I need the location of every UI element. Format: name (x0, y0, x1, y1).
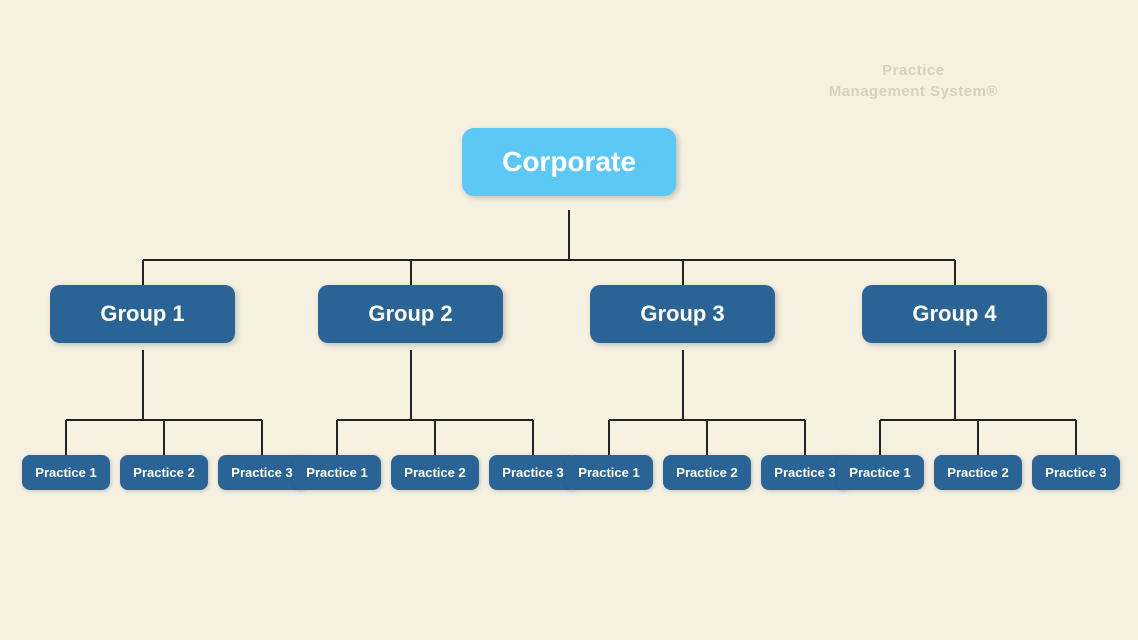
corporate-node[interactable]: Corporate (462, 128, 676, 196)
group4-label: Group 4 (912, 301, 996, 326)
group1-label: Group 1 (100, 301, 184, 326)
g3-practice2-label: Practice 2 (676, 465, 737, 480)
g4-practice1-node[interactable]: Practice 1 (836, 455, 924, 490)
g1-practice1-node[interactable]: Practice 1 (22, 455, 110, 490)
g4-practice2-label: Practice 2 (947, 465, 1008, 480)
g2-practice2-node[interactable]: Practice 2 (391, 455, 479, 490)
g1-practice3-label: Practice 3 (231, 465, 292, 480)
group3-label: Group 3 (640, 301, 724, 326)
g3-practice1-label: Practice 1 (578, 465, 639, 480)
g1-practice2-node[interactable]: Practice 2 (120, 455, 208, 490)
watermark: Practice Management System® (829, 60, 998, 102)
g3-practice2-node[interactable]: Practice 2 (663, 455, 751, 490)
group3-node[interactable]: Group 3 (590, 285, 775, 343)
g4-practice3-label: Practice 3 (1045, 465, 1106, 480)
g3-practice1-node[interactable]: Practice 1 (565, 455, 653, 490)
g2-practice2-label: Practice 2 (404, 465, 465, 480)
g1-practice1-label: Practice 1 (35, 465, 96, 480)
g2-practice1-label: Practice 1 (306, 465, 367, 480)
group1-node[interactable]: Group 1 (50, 285, 235, 343)
watermark-line2: Management System® (829, 81, 998, 102)
g2-practice3-label: Practice 3 (502, 465, 563, 480)
group2-label: Group 2 (368, 301, 452, 326)
corporate-label: Corporate (502, 146, 636, 177)
g2-practice3-node[interactable]: Practice 3 (489, 455, 577, 490)
group4-node[interactable]: Group 4 (862, 285, 1047, 343)
g3-practice3-label: Practice 3 (774, 465, 835, 480)
group2-node[interactable]: Group 2 (318, 285, 503, 343)
watermark-line1: Practice (829, 60, 998, 81)
g2-practice1-node[interactable]: Practice 1 (293, 455, 381, 490)
g4-practice1-label: Practice 1 (849, 465, 910, 480)
g4-practice2-node[interactable]: Practice 2 (934, 455, 1022, 490)
g1-practice2-label: Practice 2 (133, 465, 194, 480)
g4-practice3-node[interactable]: Practice 3 (1032, 455, 1120, 490)
